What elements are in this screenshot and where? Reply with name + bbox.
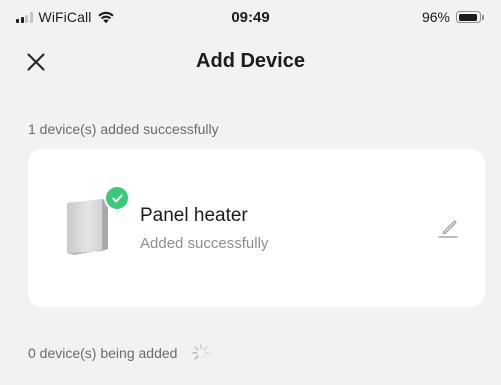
edit-device-name-button[interactable]	[435, 214, 461, 240]
status-bar: WiFiCall 09:49 96%	[0, 0, 501, 36]
status-bar-right: 96%	[422, 9, 484, 25]
device-card[interactable]: Panel heater Added successfully	[28, 149, 485, 307]
device-status: Added successfully	[140, 235, 269, 252]
adding-devices-row: 0 device(s) being added	[28, 343, 211, 363]
navigation-bar: Add Device	[0, 40, 501, 84]
success-badge	[104, 185, 130, 211]
battery-level-fill	[458, 13, 478, 21]
added-devices-label: 1 device(s) added successfully	[28, 121, 219, 137]
device-name: Panel heater	[140, 205, 248, 226]
page-title: Add Device	[196, 50, 305, 72]
loading-spinner-icon	[192, 344, 211, 362]
pencil-icon	[438, 220, 458, 238]
adding-devices-label: 0 device(s) being added	[28, 345, 178, 361]
check-icon	[111, 194, 123, 202]
battery-icon	[456, 11, 481, 23]
panel-heater-image	[67, 199, 108, 255]
battery-percentage: 96%	[421, 9, 450, 25]
battery-cap	[482, 14, 484, 20]
